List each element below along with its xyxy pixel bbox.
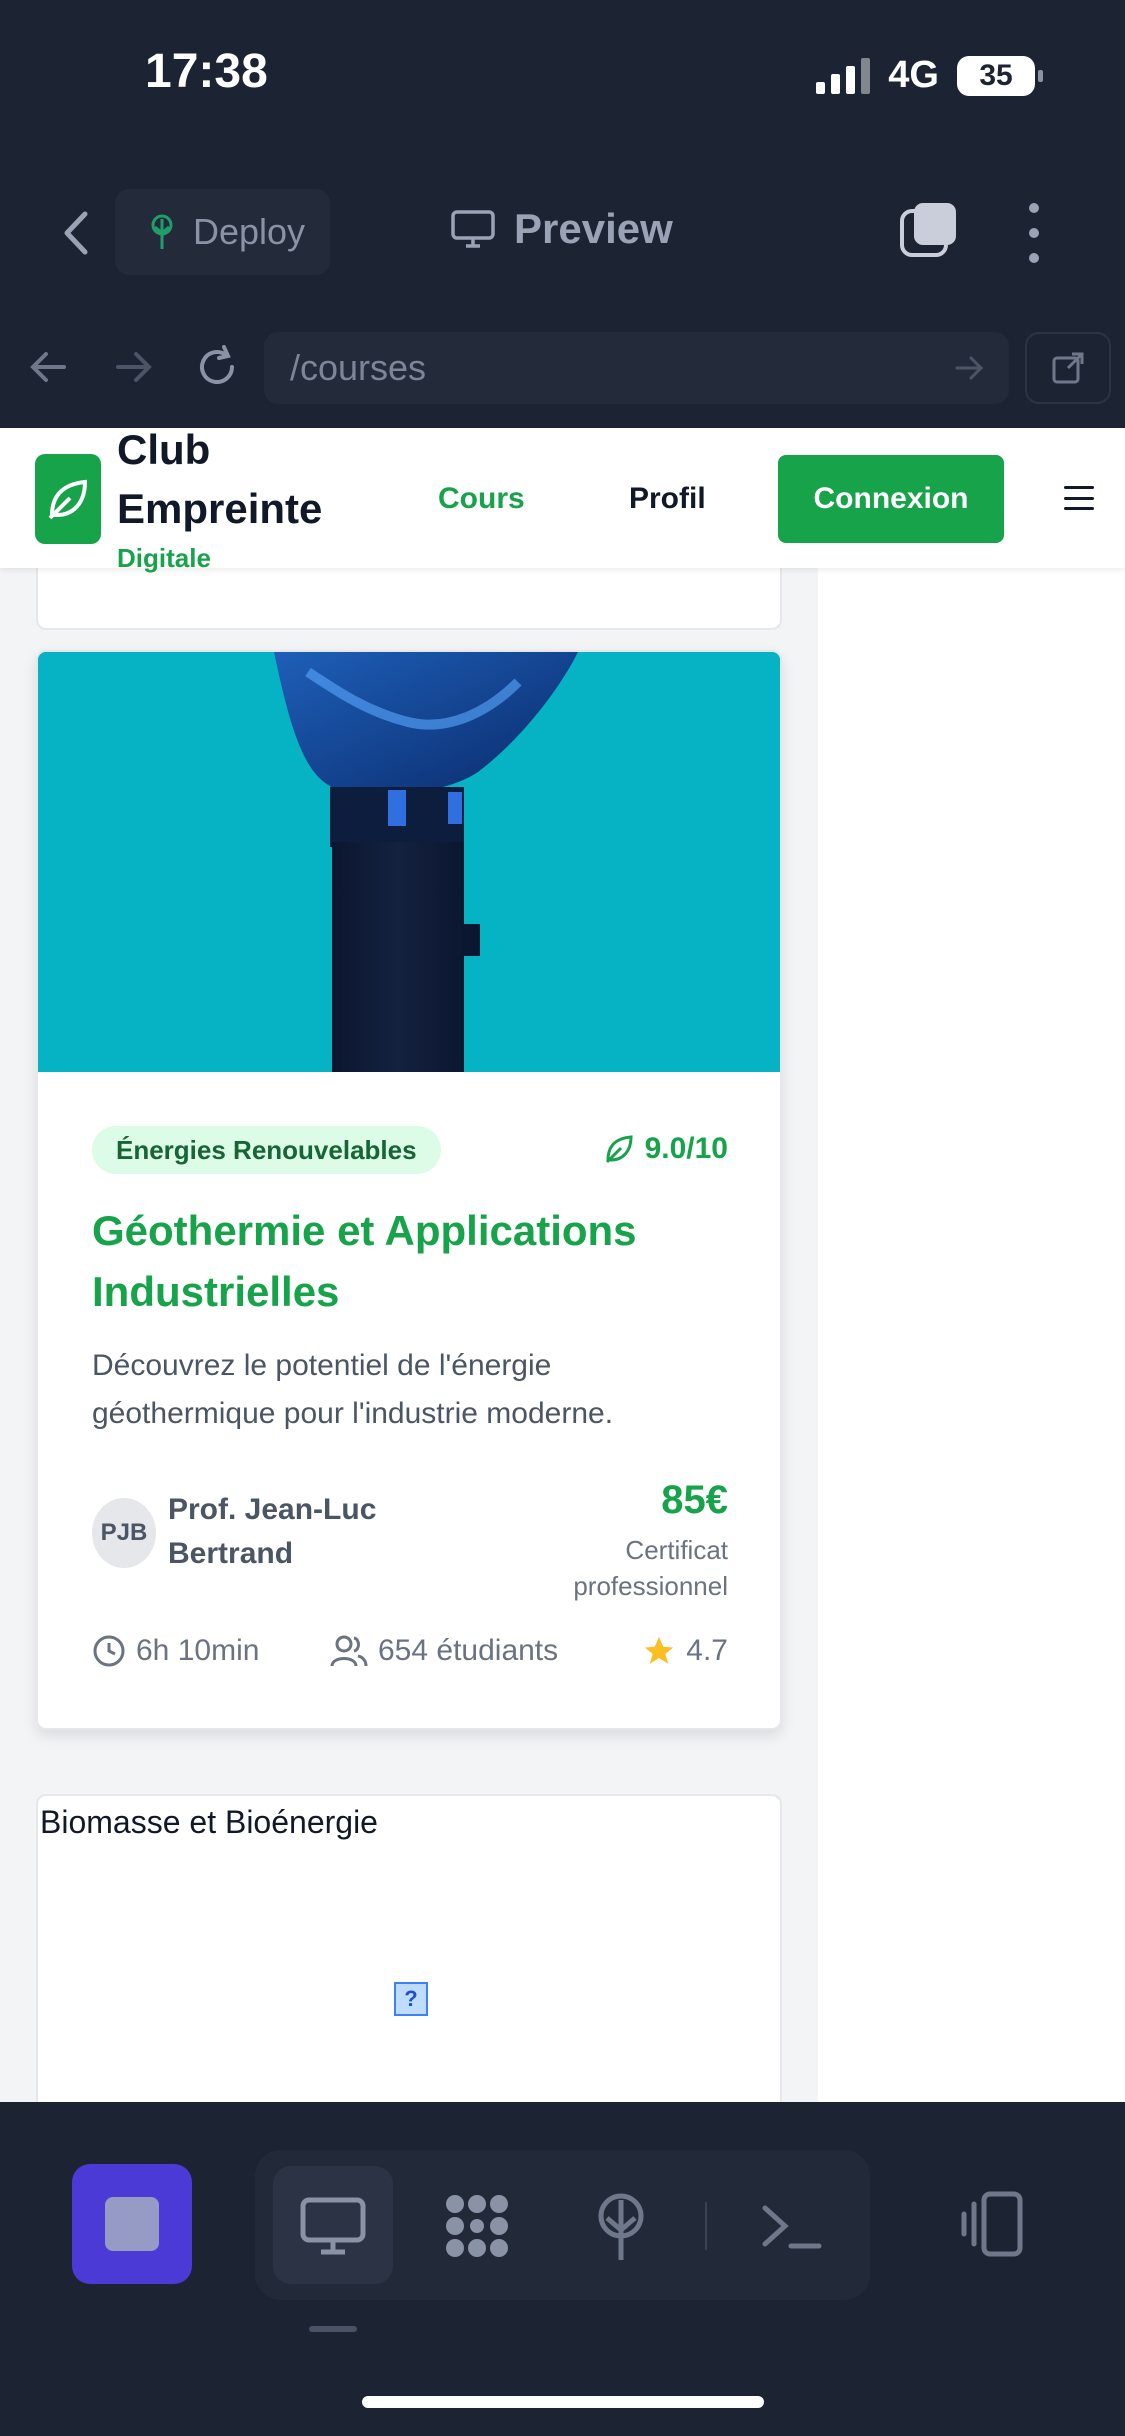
dock-tools: [255, 2150, 870, 2300]
certificate-label: Certificat professionnel: [573, 1535, 728, 1601]
brand-name-line2[interactable]: Empreinte: [117, 485, 322, 533]
course-card[interactable]: Énergies Renouvelables 9.0/10 Géothermie…: [36, 650, 782, 1730]
course-description: Découvrez le potentiel de l'énergie géot…: [92, 1349, 614, 1430]
duration: 6h 10min: [92, 1634, 259, 1668]
students-count: 654 étudiants: [330, 1634, 558, 1668]
course-price: 85€: [661, 1478, 728, 1522]
brand-subtitle: Digitale: [117, 543, 211, 573]
eco-score: 9.0/10: [603, 1132, 728, 1166]
phone-screen: 17:38 4G 35 Deploy Preview /courses Éner…: [0, 0, 1125, 2436]
terminal-icon[interactable]: [755, 2190, 827, 2262]
bottom-dock: [0, 2102, 1125, 2342]
deploy-button[interactable]: Deploy: [115, 189, 330, 275]
deploy-tree-icon[interactable]: [585, 2190, 657, 2262]
go-arrow-icon[interactable]: [951, 350, 987, 386]
course-image: [38, 652, 780, 1072]
dock-divider: [705, 2202, 707, 2250]
preview-tab[interactable]: Preview: [450, 205, 673, 253]
external-link-icon: [1052, 352, 1084, 384]
status-time: 17:38: [145, 45, 268, 98]
status-indicators: 4G 35: [816, 54, 1043, 97]
users-icon: [330, 1635, 368, 1667]
broken-image-icon: ?: [394, 1982, 428, 2016]
stop-button[interactable]: [72, 2164, 192, 2284]
arrow-right-icon[interactable]: [108, 342, 158, 392]
leaf-logo-icon: [48, 479, 88, 520]
leaf-icon: [605, 1135, 633, 1164]
brand-name-line1[interactable]: Club: [117, 428, 210, 474]
instructor-name: Prof. Jean-Luc Bertrand: [168, 1493, 377, 1570]
star-icon: [645, 1636, 674, 1664]
web-preview: Énergies Renouvelables 9.0/10 Géothermie…: [0, 428, 1125, 2102]
category-badge: Énergies Renouvelables: [92, 1126, 441, 1174]
duration-value: 6h 10min: [136, 1634, 260, 1667]
rating-value: 4.7: [686, 1634, 728, 1667]
network-type: 4G: [888, 54, 939, 96]
students-value: 654 étudiants: [378, 1634, 559, 1667]
stop-square-icon: [105, 2197, 159, 2251]
deploy-label: Deploy: [193, 211, 306, 252]
clock-icon: [93, 1635, 125, 1667]
site-header: Club Empreinte Digitale Cours Profil Con…: [0, 428, 1125, 573]
monitor-icon: [451, 210, 495, 248]
arrow-left-icon[interactable]: [24, 342, 74, 392]
home-indicator[interactable]: [362, 2396, 764, 2408]
eco-score-value: 9.0/10: [644, 1132, 728, 1165]
reload-icon[interactable]: [192, 342, 242, 392]
status-bar: 17:38 4G 35: [0, 0, 1125, 153]
hamburger-menu-icon[interactable]: [1064, 486, 1094, 510]
monitor-icon[interactable]: [297, 2190, 369, 2262]
course-title[interactable]: Géothermie et Applications Industrielles: [92, 1200, 732, 1322]
preview-label: Preview: [514, 205, 673, 252]
battery-level: 35: [979, 58, 1013, 92]
tabs-icon[interactable]: [898, 199, 960, 261]
more-options-icon[interactable]: [1024, 203, 1044, 263]
nav-courses-link[interactable]: Cours: [438, 482, 525, 516]
back-chevron-icon[interactable]: [55, 208, 95, 258]
dock-handle[interactable]: [309, 2326, 357, 2332]
login-button[interactable]: Connexion: [778, 455, 1004, 543]
battery-icon: 35: [957, 55, 1043, 96]
url-path: /courses: [290, 347, 427, 388]
signal-icon: [816, 57, 871, 94]
device-frame-icon[interactable]: [956, 2188, 1028, 2260]
instructor-avatar: PJB: [92, 1498, 156, 1568]
robotic-hand-image: [38, 652, 780, 1072]
course-rating: 4.7: [642, 1634, 728, 1668]
grid-apps-icon[interactable]: [441, 2190, 513, 2262]
empty-right-area: [818, 428, 1125, 2102]
nav-profile-link[interactable]: Profil: [629, 482, 706, 516]
next-course-title: Biomasse et Bioénergie: [40, 1804, 378, 1840]
site-logo[interactable]: [35, 454, 101, 544]
deploy-tree-icon: [151, 214, 173, 249]
app-toolbar: Deploy Preview: [0, 153, 1125, 310]
next-course-card[interactable]: Biomasse et Bioénergie ?: [36, 1794, 782, 2102]
url-input[interactable]: /courses: [264, 332, 1009, 404]
open-external-button[interactable]: [1025, 332, 1111, 404]
url-bar: /courses: [0, 310, 1125, 428]
